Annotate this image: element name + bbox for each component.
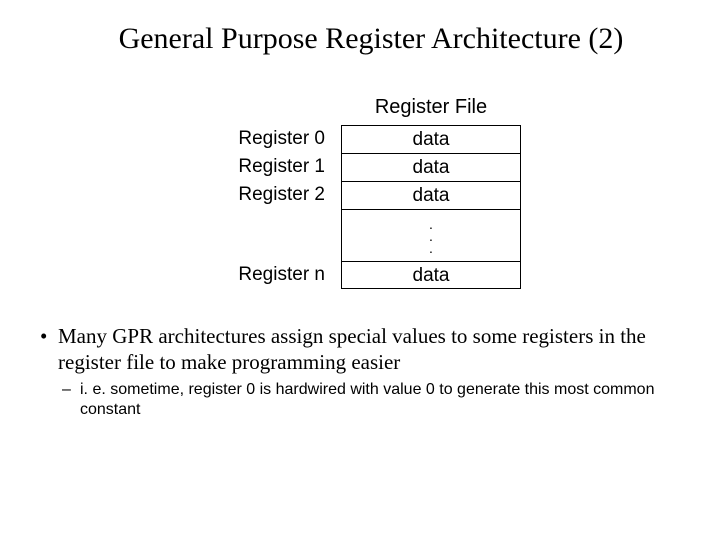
register-cell: data (341, 153, 521, 181)
sub-bullet-item: i. e. sometime, register 0 is hardwired … (58, 380, 702, 421)
bullet-item: Many GPR architectures assign special va… (40, 323, 702, 420)
register-cell: data (341, 181, 521, 209)
diagram-heading: Register File (341, 96, 521, 119)
register-row: Register 2 data (221, 181, 521, 209)
register-label: Register n (221, 264, 341, 286)
register-row: Register 0 data (221, 125, 521, 153)
sub-bullet-text: i. e. sometime, register 0 is hardwired … (80, 381, 654, 418)
ellipsis-cell: ... (341, 209, 521, 261)
register-cell: data (341, 261, 521, 289)
bullet-text: Many GPR architectures assign special va… (58, 324, 646, 374)
register-label: Register 0 (221, 128, 341, 150)
register-file-diagram: Register File Register 0 data Register 1… (40, 96, 702, 289)
register-ellipsis-row: ... (221, 209, 521, 261)
register-cell: data (341, 125, 521, 153)
slide: General Purpose Register Architecture (2… (0, 0, 720, 540)
register-row: Register 1 data (221, 153, 521, 181)
register-label: Register 2 (221, 184, 341, 206)
register-label: Register 1 (221, 156, 341, 178)
slide-title: General Purpose Register Architecture (2… (40, 22, 702, 56)
bullet-list: Many GPR architectures assign special va… (40, 323, 702, 420)
register-row: Register n data (221, 261, 521, 289)
